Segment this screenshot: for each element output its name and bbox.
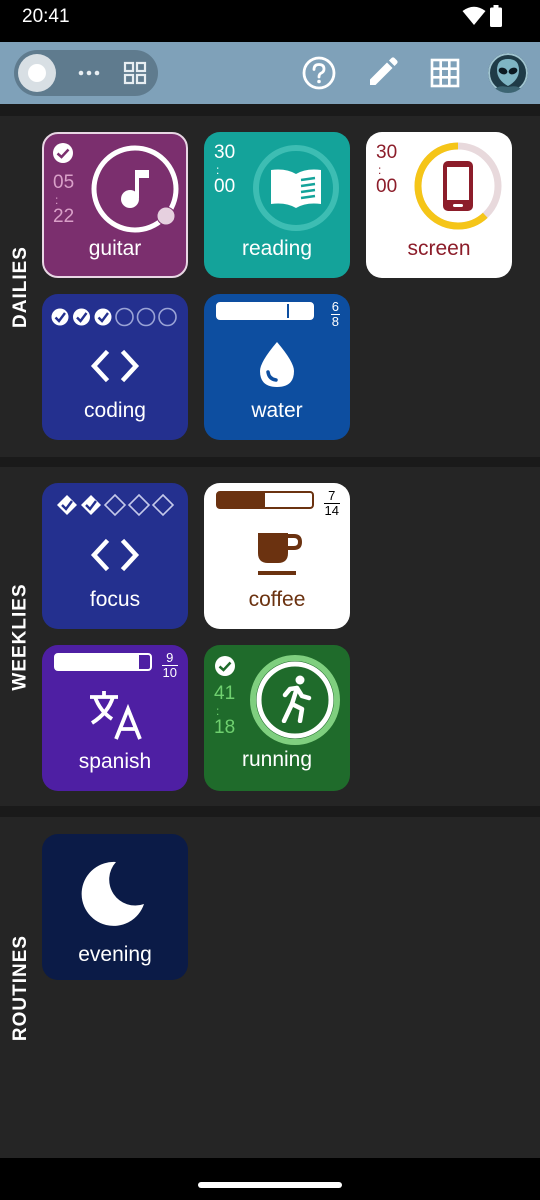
timer-seconds: 00 — [376, 176, 398, 197]
progress-fraction: 7 14 — [323, 489, 340, 518]
home-gesture-handle[interactable] — [198, 1182, 342, 1188]
habit-tile-water[interactable]: 6 8 water — [204, 294, 350, 440]
check-row — [51, 307, 177, 327]
section-routines: ROUTINES evening — [0, 817, 540, 1158]
check-row — [57, 493, 175, 517]
progress-fill — [56, 655, 141, 669]
habit-label: coffee — [248, 588, 306, 611]
habit-tile-screen[interactable]: 30 : 00 screen — [366, 132, 512, 278]
habit-label: running — [241, 748, 313, 771]
habit-timer: 05 : 22 — [53, 172, 75, 227]
section-label-weeklies: WEEKLIES — [0, 467, 42, 806]
fraction-numerator: 7 — [323, 489, 340, 504]
fraction-denominator: 8 — [331, 314, 339, 329]
habit-tile-spanish[interactable]: 9 10 spanish — [42, 645, 188, 791]
timer-minutes: 05 — [53, 172, 75, 193]
diamond-empty-icon — [103, 493, 127, 517]
water-drop-icon — [260, 342, 294, 387]
habit-timer: 30 : 00 — [376, 142, 398, 197]
progress-fraction: 9 10 — [161, 651, 178, 680]
help-icon[interactable] — [300, 54, 338, 92]
habit-timer: 30 : 00 — [214, 142, 236, 197]
check-done-icon — [73, 308, 90, 326]
check-done-icon — [51, 308, 69, 326]
check-done-icon — [94, 308, 112, 326]
fraction-numerator: 6 — [330, 299, 340, 315]
check-circle-icon — [53, 143, 73, 163]
diamond-empty-icon — [127, 493, 151, 517]
section-title: DAILIES — [10, 245, 32, 328]
habit-timer: 41 : 18 — [214, 683, 236, 738]
code-icon — [90, 349, 140, 383]
progress-bar — [216, 491, 314, 509]
more-dots-icon[interactable] — [74, 58, 104, 88]
habit-label: guitar — [88, 237, 142, 260]
phone-icon — [443, 161, 473, 211]
habit-board: DAILIES 05 : 22 guitar 30: 00 reading 3… — [0, 104, 540, 1158]
habit-tile-running[interactable]: 41 : 18 running — [204, 645, 350, 791]
routine-label: evening — [78, 943, 152, 966]
section-weeklies: WEEKLIES focus 7 14 coffee 9 10 spanish … — [0, 467, 540, 806]
wifi-icon — [462, 6, 486, 25]
coffee-cup-icon — [258, 533, 303, 575]
check-circle-icon — [215, 656, 235, 676]
habit-label: coding — [84, 399, 146, 422]
translate-icon — [90, 691, 142, 740]
moon-icon — [81, 861, 144, 926]
progress-fraction: 6 8 — [330, 299, 340, 329]
progress-fill — [218, 304, 289, 318]
app-bar — [0, 42, 540, 104]
fraction-numerator: 9 — [161, 651, 178, 666]
battery-icon — [490, 5, 502, 27]
status-bar: 20:41 — [0, 0, 540, 42]
music-note-icon — [121, 170, 149, 208]
timer-seconds: 00 — [214, 176, 236, 197]
section-title: ROUTINES — [10, 934, 31, 1041]
toggle-knob[interactable] — [18, 54, 56, 92]
timer-minutes: 30 — [214, 142, 236, 163]
timer-minutes: 41 — [214, 683, 236, 704]
habit-tile-reading[interactable]: 30 : 00 reading — [204, 132, 350, 278]
habit-label: spanish — [78, 750, 152, 773]
habit-tile-guitar[interactable]: 05 : 22 guitar — [42, 132, 188, 278]
diamond-empty-icon — [151, 493, 175, 517]
habit-label: reading — [241, 237, 313, 260]
alien-avatar-image — [488, 53, 528, 93]
progress-bar — [54, 653, 152, 671]
section-dailies: DAILIES 05 : 22 guitar 30: 00 reading 3… — [0, 116, 540, 457]
diamond-done-icon — [81, 495, 101, 515]
book-icon — [271, 169, 321, 208]
grid-view-icon[interactable] — [120, 58, 150, 88]
timer-seconds: 22 — [53, 206, 75, 227]
running-person-icon — [281, 675, 312, 723]
alien-avatar[interactable] — [488, 53, 528, 93]
code-icon — [90, 538, 140, 572]
habit-tile-coffee[interactable]: 7 14 coffee — [204, 483, 350, 629]
timer-minutes: 30 — [376, 142, 398, 163]
timer-seconds: 18 — [214, 717, 236, 738]
navigation-bar — [0, 1158, 540, 1200]
section-label-dailies: DAILIES — [0, 116, 42, 457]
habit-tile-coding[interactable]: coding — [42, 294, 188, 440]
habit-tile-focus[interactable]: focus — [42, 483, 188, 629]
fraction-denominator: 14 — [324, 503, 339, 518]
habit-label: screen — [407, 237, 471, 260]
fraction-denominator: 10 — [162, 665, 177, 680]
check-empty-icon — [115, 307, 134, 327]
view-mode-switch[interactable] — [14, 50, 158, 96]
table-grid-icon[interactable] — [426, 54, 464, 92]
progress-bar — [216, 302, 314, 320]
routine-tile-evening[interactable]: evening — [42, 834, 188, 980]
section-title: WEEKLIES — [10, 582, 32, 691]
progress-fill — [218, 493, 265, 507]
habit-label: water — [251, 399, 303, 422]
habit-label: focus — [89, 588, 141, 611]
status-time: 20:41 — [22, 6, 70, 27]
check-empty-icon — [136, 307, 156, 327]
section-label-routines: ROUTINES — [0, 817, 42, 1158]
check-empty-icon — [158, 307, 177, 327]
diamond-done-icon — [57, 495, 77, 515]
edit-icon[interactable] — [363, 54, 401, 92]
